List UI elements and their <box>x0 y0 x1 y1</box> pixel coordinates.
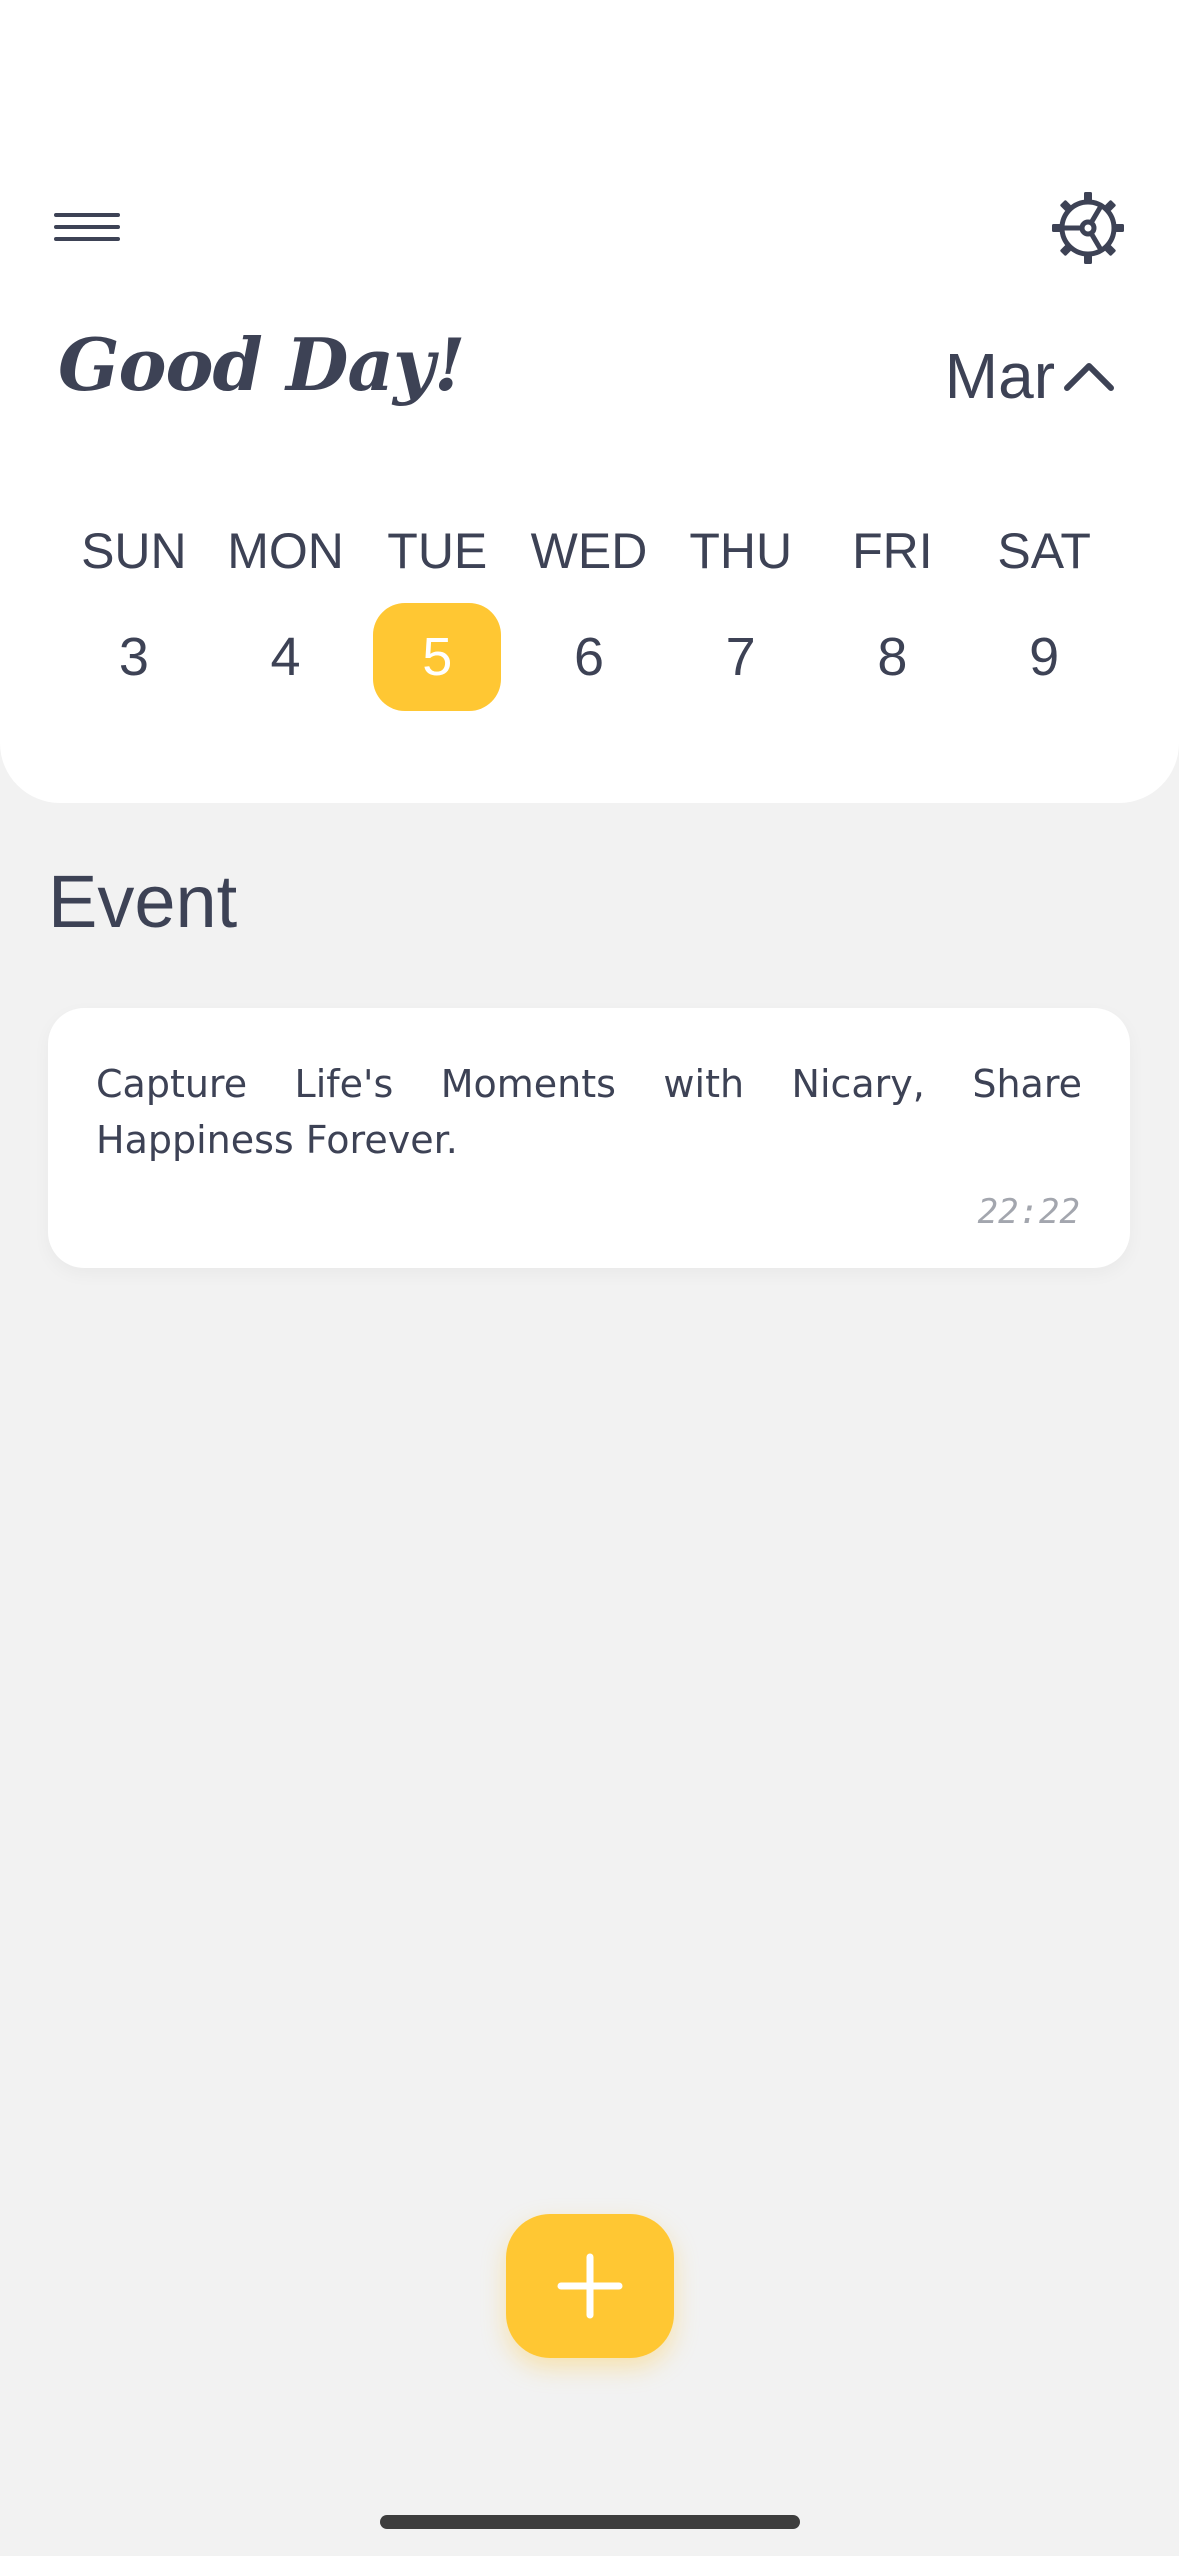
menu-button[interactable] <box>54 204 122 250</box>
month-selector[interactable]: Mar <box>945 336 1117 416</box>
home-indicator[interactable] <box>380 2515 800 2529</box>
greeting-title: Good Day! <box>58 322 465 407</box>
day-button[interactable]: 9 <box>980 603 1108 711</box>
add-event-button[interactable] <box>506 2214 674 2358</box>
month-label: Mar <box>944 340 1055 412</box>
day-button[interactable]: 8 <box>828 603 956 711</box>
week-calendar: SUN MON TUE WED THU FRI SAT 3 4 5 6 7 8 … <box>58 510 1120 722</box>
chevron-up-icon <box>1064 363 1114 391</box>
day-button[interactable]: 6 <box>525 603 653 711</box>
hamburger-menu-icon <box>54 213 120 217</box>
hamburger-line <box>54 225 120 229</box>
event-time: 22:22 <box>977 1192 1080 1232</box>
event-section-title: Event <box>48 860 238 943</box>
plus-icon <box>557 2253 623 2319</box>
day-button-selected[interactable]: 5 <box>373 603 502 711</box>
weekday-label-wed: WED <box>530 523 648 579</box>
settings-button[interactable] <box>1050 190 1126 266</box>
day-button[interactable]: 4 <box>222 603 350 711</box>
event-text: Capture Life's Moments with Nicary, Shar… <box>96 1062 1082 1162</box>
weekday-label-sun: SUN <box>81 523 187 579</box>
weekday-label-thu: THU <box>689 523 793 579</box>
event-card[interactable]: Capture Life's Moments with Nicary, Shar… <box>48 1008 1130 1268</box>
gear-icon <box>1052 192 1124 264</box>
day-button[interactable]: 7 <box>677 603 805 711</box>
weekday-label-fri: FRI <box>852 523 933 579</box>
weekday-label-mon: MON <box>227 523 344 579</box>
day-button[interactable]: 3 <box>70 603 198 711</box>
header-card: Good Day! Mar SUN MON TUE WED THU FRI SA… <box>0 0 1179 803</box>
weekday-label-tue: TUE <box>387 523 488 579</box>
weekday-label-sat: SAT <box>997 523 1091 579</box>
hamburger-line <box>54 237 120 241</box>
